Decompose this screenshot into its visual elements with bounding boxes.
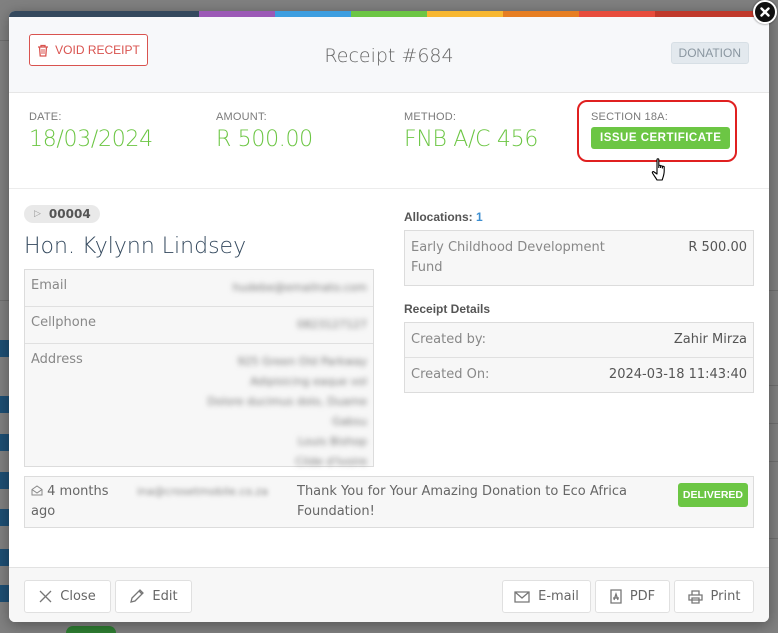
message-when: 4 months ago (31, 484, 109, 519)
summary-date: DATE: 18/03/2024 (29, 111, 153, 152)
info-row-cellphone: Cellphone 0823127127 (25, 307, 373, 344)
created-by-value: Zahir Mirza (673, 332, 747, 347)
allocations-table: Early Childhood Development Fund R 500.0… (404, 230, 754, 286)
modal-body: ▷ 00004 Hon. Kylynn Lindsey Email hudebe… (9, 189, 769, 573)
method-value: FNB A/C 456 (404, 127, 539, 152)
allocation-amount: R 500.00 (688, 240, 747, 255)
info-row-address: Address 925 Green Old Parkway Adipisicing… (25, 344, 373, 468)
hand-pointer-icon (651, 158, 665, 181)
printer-icon (687, 589, 703, 604)
modal-close-button[interactable] (753, 0, 777, 24)
date-label: DATE: (29, 111, 62, 123)
allocations-label: Allocations: (404, 210, 473, 224)
receipt-type-badge: DONATION (670, 42, 749, 64)
receipt-modal: VOID RECEIPT Receipt #684 DONATION DATE:… (9, 11, 769, 622)
date-value: 18/03/2024 (29, 127, 153, 152)
allocation-fund: Early Childhood Development Fund (411, 240, 605, 275)
address-label: Address (31, 352, 83, 367)
delivered-badge: DELIVERED (677, 483, 748, 507)
bg-status-pill (66, 626, 116, 633)
close-button[interactable]: Close (24, 580, 111, 613)
close-label: Close (60, 589, 96, 604)
amount-value: R 500.00 (216, 127, 313, 152)
allocations-title: Allocations: 1 (404, 210, 754, 224)
caret-right-icon: ▷ (34, 209, 41, 219)
pencil-icon (130, 589, 145, 603)
pdf-file-icon (610, 589, 622, 604)
bg-divider (769, 538, 778, 539)
section-18a: SECTION 18A: ISSUE CERTIFICATE (591, 111, 731, 149)
close-icon (760, 7, 770, 17)
bg-divider (769, 385, 778, 386)
bg-divider (769, 461, 778, 462)
allocation-row: Early Childhood Development Fund R 500.0… (405, 231, 753, 285)
donor-name: Hon. Kylynn Lindsey (24, 234, 247, 259)
modal-header: VOID RECEIPT Receipt #684 DONATION (9, 17, 769, 93)
email-button[interactable]: E-mail (502, 580, 591, 613)
receipt-details-section: Receipt Details Created by: Zahir Mirza … (404, 302, 754, 393)
message-recipient-blurred: ina@crosetmobile.co.za (137, 485, 269, 498)
pdf-label: PDF (629, 589, 656, 604)
envelope-open-icon (31, 485, 43, 496)
print-button[interactable]: Print (674, 580, 754, 613)
email-label: E-mail (538, 589, 579, 604)
summary-amount: AMOUNT: R 500.00 (216, 111, 313, 152)
modal-footer: Close Edit E-mail PDF Print (9, 567, 769, 622)
created-on-value: 2024-03-18 11:43:40 (608, 367, 747, 382)
bg-divider (769, 423, 778, 424)
created-on-label: Created On: (411, 367, 490, 382)
created-by-label: Created by: (411, 332, 486, 347)
message-subject: Thank You for Your Amazing Donation to E… (297, 484, 627, 519)
summary-method: METHOD: FNB A/C 456 (404, 111, 538, 152)
email-label: Email (31, 278, 68, 293)
receipt-details-title: Receipt Details (404, 302, 491, 316)
print-label: Print (710, 589, 741, 604)
edit-button[interactable]: Edit (115, 580, 192, 613)
section-18a-label: SECTION 18A: (591, 111, 668, 123)
info-row-email: Email hudebe@emailnato.com (25, 270, 373, 307)
detail-row: Created by: Zahir Mirza (405, 323, 753, 358)
message-log-row: 4 months ago ina@crosetmobile.co.za Than… (24, 476, 754, 528)
allocations-section: Allocations: 1 Early Childhood Developme… (404, 210, 754, 286)
address-value-blurred: 925 Green Old Parkway Adipisicing eaque v… (207, 355, 367, 468)
donor-id: 00004 (48, 207, 91, 221)
receipt-details-table: Created by: Zahir Mirza Created On: 2024… (404, 322, 754, 393)
message-time: 4 months ago (31, 482, 131, 522)
donor-id-toggle[interactable]: ▷ 00004 (24, 205, 100, 223)
modal-title: Receipt #684 (324, 45, 454, 67)
detail-row: Created On: 2024-03-18 11:43:40 (405, 358, 753, 392)
method-label: METHOD: (404, 111, 457, 123)
pdf-button[interactable]: PDF (595, 580, 670, 613)
cellphone-value-blurred: 0823127127 (297, 318, 367, 331)
issue-certificate-button[interactable]: ISSUE CERTIFICATE (591, 127, 731, 149)
donor-info-table: Email hudebe@emailnato.com Cellphone 082… (24, 269, 374, 468)
edit-label: Edit (152, 589, 178, 604)
bg-divider (769, 290, 778, 291)
amount-label: AMOUNT: (216, 111, 267, 123)
cellphone-label: Cellphone (31, 315, 96, 330)
close-icon (39, 590, 52, 603)
email-value-blurred: hudebe@emailnato.com (232, 281, 367, 294)
envelope-icon (514, 590, 530, 603)
allocations-count: 1 (476, 210, 483, 224)
